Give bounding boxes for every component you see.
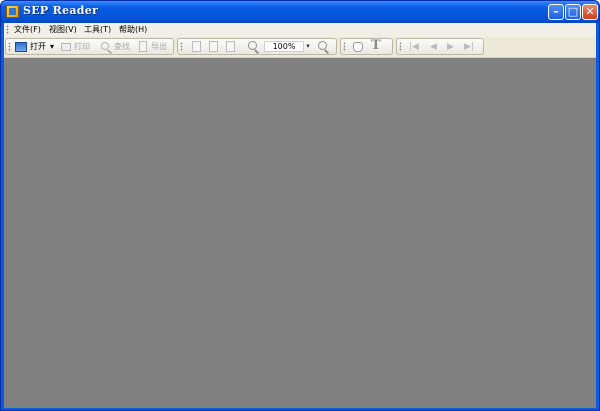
zoom-in-icon[interactable]	[248, 41, 257, 50]
toolbar-navigation: |◀ ◀ ▶ ▶|	[396, 38, 484, 55]
title-bar[interactable]: SEP Reader – □ ✕	[1, 1, 599, 23]
magnifier-icon	[101, 42, 109, 50]
single-page-icon[interactable]	[192, 41, 201, 52]
maximize-button[interactable]: □	[565, 4, 581, 20]
previous-page-icon[interactable]: ◀	[430, 40, 440, 52]
open-button[interactable]: 打开	[30, 41, 46, 53]
document-view[interactable]	[4, 58, 596, 408]
find-button[interactable]: 查找	[114, 41, 130, 53]
sep-reader-app-icon[interactable]	[6, 5, 19, 18]
print-button[interactable]: 打印	[74, 41, 90, 53]
menubar-grip-icon[interactable]	[6, 25, 9, 35]
zoom-out-icon[interactable]	[318, 41, 327, 50]
toolbar-view: 100% ▾	[177, 38, 337, 55]
hand-tool-icon[interactable]	[353, 42, 363, 52]
toolbar-tools: T	[340, 38, 393, 55]
open-dropdown-icon[interactable]: ▾	[50, 41, 54, 53]
window-title: SEP Reader	[23, 4, 99, 17]
fit-page-icon[interactable]	[226, 41, 235, 52]
minimize-button[interactable]: –	[548, 4, 564, 20]
text-select-icon[interactable]: T	[371, 39, 381, 53]
zoom-level-input[interactable]: 100%	[264, 41, 304, 52]
app-window: SEP Reader – □ ✕ 文件(F) 视图(V) 工具(T) 帮助(H)…	[0, 0, 600, 411]
zoom-dropdown-icon[interactable]: ▾	[304, 41, 312, 52]
toolbar-grip-icon[interactable]	[399, 42, 402, 52]
last-page-icon[interactable]: ▶|	[464, 40, 474, 52]
menu-file[interactable]: 文件(F)	[14, 24, 41, 35]
toolbar-grip-icon[interactable]	[180, 42, 183, 52]
menu-view[interactable]: 视图(V)	[49, 24, 77, 35]
printer-icon	[61, 43, 71, 51]
toolbar-grip-icon[interactable]	[343, 42, 346, 52]
client-area: 文件(F) 视图(V) 工具(T) 帮助(H) 打开 ▾ 打印 查找 导出 10…	[4, 23, 596, 408]
menu-tools[interactable]: 工具(T)	[84, 24, 111, 35]
menu-bar: 文件(F) 视图(V) 工具(T) 帮助(H)	[4, 23, 596, 37]
menu-help[interactable]: 帮助(H)	[119, 24, 147, 35]
toolbar-file: 打开 ▾ 打印 查找 导出	[5, 38, 174, 55]
toolbar-row: 打开 ▾ 打印 查找 导出 100% ▾ T |◀ ◀ ▶ ▶|	[4, 37, 596, 58]
export-button[interactable]: 导出	[151, 41, 167, 53]
toolbar-grip-icon[interactable]	[8, 42, 11, 52]
export-icon	[139, 41, 147, 52]
next-page-icon[interactable]: ▶	[447, 40, 457, 52]
close-button[interactable]: ✕	[582, 4, 598, 20]
open-folder-icon[interactable]	[15, 42, 27, 52]
continuous-page-icon[interactable]	[209, 41, 218, 52]
first-page-icon[interactable]: |◀	[409, 40, 419, 52]
